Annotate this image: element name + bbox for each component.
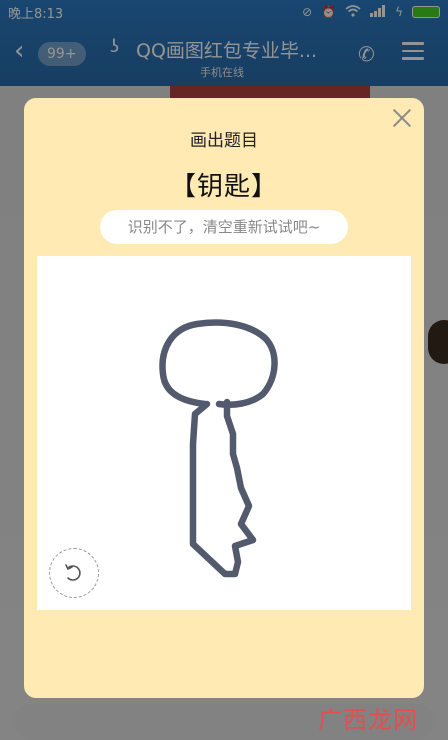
drawing-canvas[interactable]	[37, 256, 411, 610]
undo-button[interactable]	[49, 548, 99, 598]
undo-icon	[65, 564, 81, 581]
draw-dialog: 画出题目 【钥匙】 识别不了，清空重新试试吧~	[24, 98, 424, 698]
prompt-word: 【钥匙】	[169, 172, 278, 202]
dialog-heading: 画出题目	[190, 131, 258, 151]
watermark-logo: 广西龙网	[318, 706, 418, 734]
hint-text: 识别不了，清空重新试试吧~	[100, 210, 348, 244]
